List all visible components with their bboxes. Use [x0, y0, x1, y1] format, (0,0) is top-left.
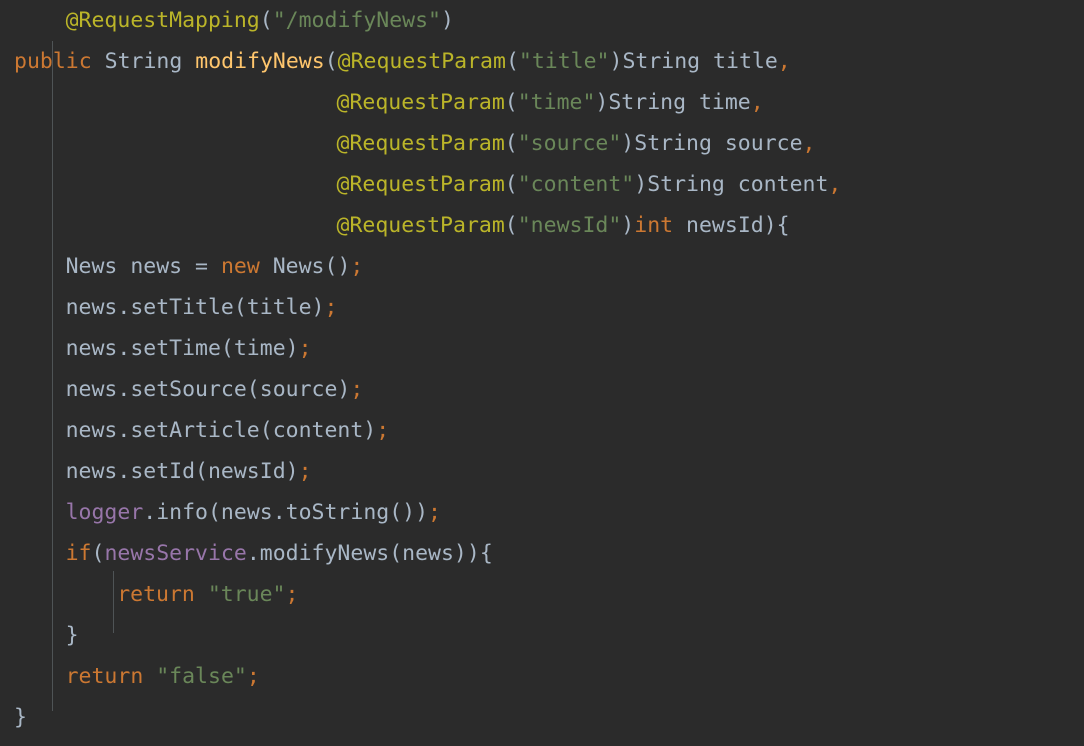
- code-line[interactable]: @RequestMapping("/modifyNews"): [0, 0, 1084, 41]
- code-line[interactable]: News news = new News();: [0, 246, 1084, 287]
- code-token-default: news.setId(newsId): [65, 459, 299, 484]
- code-token-default: news.setTitle(title): [65, 295, 325, 320]
- code-editor-viewport[interactable]: @RequestMapping("/modifyNews") public Str…: [0, 0, 1084, 746]
- code-token-punct: ;: [350, 377, 364, 402]
- code-token-default: String source: [634, 131, 803, 156]
- code-line[interactable]: news.setArticle(content);: [0, 410, 1084, 451]
- code-token-annotation: @RequestParam: [337, 49, 506, 74]
- code-token-paren: (: [324, 49, 338, 74]
- code-token-paren: (: [259, 8, 273, 33]
- code-token-punct: ;: [246, 664, 260, 689]
- code-token-keyword: new: [220, 254, 260, 279]
- code-token-punct: ,: [777, 49, 791, 74]
- code-token-punct: ,: [828, 172, 842, 197]
- code-token-default: .modifyNews(news)){: [246, 541, 493, 566]
- code-line[interactable]: news.setId(newsId);: [0, 451, 1084, 492]
- code-line[interactable]: if(newsService.modifyNews(news)){: [0, 533, 1084, 574]
- code-line[interactable]: news.setTime(time);: [0, 328, 1084, 369]
- code-token-paren: ): [634, 172, 648, 197]
- code-token-paren: ): [621, 213, 635, 238]
- code-token-default: String title: [622, 49, 778, 74]
- code-line[interactable]: return "true";: [0, 574, 1084, 615]
- code-token-punct: ;: [324, 295, 338, 320]
- code-line[interactable]: logger.info(news.toString());: [0, 492, 1084, 533]
- code-token-punct: ;: [285, 582, 299, 607]
- code-line[interactable]: @RequestParam("content")String content,: [0, 164, 1084, 205]
- code-line[interactable]: news.setSource(source);: [0, 369, 1084, 410]
- code-token-punct: ;: [350, 254, 364, 279]
- code-token-default: String content: [647, 172, 829, 197]
- code-line[interactable]: }: [0, 697, 1084, 738]
- code-token-annotation: @RequestMapping: [65, 8, 260, 33]
- code-token-paren: (: [504, 213, 518, 238]
- code-token-keyword: return: [117, 582, 195, 607]
- code-token-default: }: [14, 705, 27, 730]
- code-token-punct: ;: [376, 418, 390, 443]
- code-token-default: [195, 582, 208, 607]
- code-line[interactable]: news.setTitle(title);: [0, 287, 1084, 328]
- code-token-paren: (: [91, 541, 105, 566]
- code-token-paren: ): [441, 8, 454, 33]
- code-token-string: "/modifyNews": [272, 8, 441, 33]
- code-token-default: [143, 664, 156, 689]
- code-token-punct: ;: [428, 500, 441, 525]
- code-line[interactable]: @RequestParam("source")String source,: [0, 123, 1084, 164]
- code-token-paren: (: [504, 172, 518, 197]
- code-token-keyword: if: [65, 541, 92, 566]
- code-token-keyword: public: [14, 49, 92, 74]
- code-token-string: "newsId": [517, 213, 622, 238]
- code-token-string: "content": [517, 172, 635, 197]
- code-token-string: "false": [156, 664, 247, 689]
- code-token-punct: ,: [802, 131, 816, 156]
- code-token-string: "title": [518, 49, 610, 74]
- code-token-default: }: [65, 623, 79, 648]
- code-line-container: @RequestMapping("/modifyNews") public Str…: [0, 0, 1084, 738]
- code-token-string: "source": [517, 131, 622, 156]
- code-token-punct: ;: [298, 336, 312, 361]
- code-line[interactable]: return "false";: [0, 656, 1084, 697]
- code-token-default: news.setSource(source): [65, 377, 351, 402]
- code-token-string: "time": [517, 90, 596, 115]
- code-token-paren: (: [504, 90, 518, 115]
- code-token-annotation: @RequestParam: [336, 172, 505, 197]
- code-line[interactable]: }: [0, 615, 1084, 656]
- code-token-keyword: int: [634, 213, 674, 238]
- code-token-punct: ,: [750, 90, 764, 115]
- code-token-string: "true": [207, 582, 286, 607]
- code-token-paren: (: [504, 131, 518, 156]
- code-token-paren: ): [595, 90, 609, 115]
- code-line[interactable]: public String modifyNews(@RequestParam("…: [0, 41, 1084, 82]
- code-token-punct: ;: [298, 459, 312, 484]
- code-token-default: [92, 49, 105, 74]
- code-token-paren: ): [621, 131, 635, 156]
- code-line[interactable]: @RequestParam("newsId")int newsId){: [0, 205, 1084, 246]
- code-token-method: modifyNews: [195, 49, 325, 74]
- code-token-annotation: @RequestParam: [336, 131, 505, 156]
- code-token-default: news.setTime(time): [65, 336, 299, 361]
- code-token-paren: (: [505, 49, 519, 74]
- code-token-paren: ): [609, 49, 623, 74]
- code-token-field: newsService: [104, 541, 247, 566]
- code-token-field: logger: [65, 500, 144, 525]
- code-line[interactable]: @RequestParam("time")String time,: [0, 82, 1084, 123]
- code-token-default: .info(news.toString()): [143, 500, 429, 525]
- code-token-default: newsId){: [673, 213, 790, 238]
- code-token-annotation: @RequestParam: [336, 90, 505, 115]
- code-token-default: News news =: [65, 254, 221, 279]
- code-token-keyword: return: [65, 664, 144, 689]
- code-token-default: [182, 49, 195, 74]
- code-token-default: News(): [259, 254, 351, 279]
- code-token-default: news.setArticle(content): [65, 418, 377, 443]
- code-token-annotation: @RequestParam: [336, 213, 505, 238]
- code-token-default: String: [104, 49, 183, 74]
- code-token-default: String time: [608, 90, 751, 115]
